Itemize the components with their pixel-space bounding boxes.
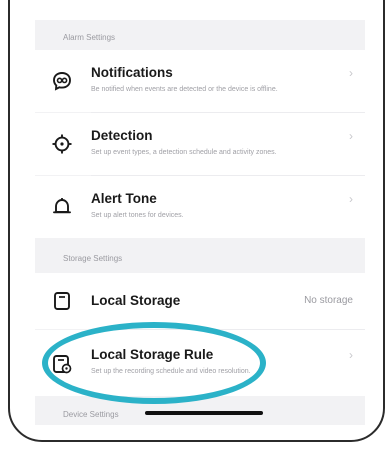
chevron-right-icon: › bbox=[349, 129, 353, 143]
section-label-storage-settings: Storage Settings bbox=[63, 254, 123, 263]
alert-tone-description: Set up alert tones for devices. bbox=[91, 212, 184, 219]
chevron-right-icon: › bbox=[349, 348, 353, 362]
crosshair-icon bbox=[52, 134, 72, 154]
detection-title: Detection bbox=[91, 128, 153, 143]
notifications-title: Notifications bbox=[91, 65, 173, 80]
local-storage-rule-description: Set up the recording schedule and video … bbox=[91, 368, 251, 375]
notification-icon bbox=[53, 72, 71, 91]
storage-rule-icon bbox=[53, 355, 72, 374]
settings-row-alert-tone[interactable]: Alert Tone Set up alert tones for device… bbox=[35, 176, 365, 238]
home-indicator[interactable] bbox=[145, 411, 263, 415]
local-storage-rule-title: Local Storage Rule bbox=[91, 347, 214, 362]
notifications-description: Be notified when events are detected or … bbox=[91, 86, 278, 93]
sd-card-icon bbox=[54, 292, 70, 310]
top-strip bbox=[35, 0, 365, 20]
settings-row-notifications[interactable]: Notifications Be notified when events ar… bbox=[35, 50, 365, 112]
alert-tone-title: Alert Tone bbox=[91, 191, 157, 206]
settings-row-local-storage[interactable]: Local Storage No storage bbox=[35, 273, 365, 329]
screenshot-stage: Alarm Settings Notifications Be notified… bbox=[0, 0, 391, 450]
settings-screen: Alarm Settings Notifications Be notified… bbox=[35, 0, 365, 425]
detection-description: Set up event types, a detection schedule… bbox=[91, 149, 277, 156]
chevron-right-icon: › bbox=[349, 66, 353, 80]
local-storage-value: No storage bbox=[304, 295, 353, 306]
settings-row-detection[interactable]: Detection Set up event types, a detectio… bbox=[35, 113, 365, 175]
section-label-alarm-settings: Alarm Settings bbox=[63, 33, 116, 42]
local-storage-title: Local Storage bbox=[91, 293, 181, 308]
settings-row-local-storage-rule[interactable]: Local Storage Rule Set up the recording … bbox=[35, 330, 365, 396]
bell-icon bbox=[53, 198, 71, 214]
chevron-right-icon: › bbox=[349, 192, 353, 206]
